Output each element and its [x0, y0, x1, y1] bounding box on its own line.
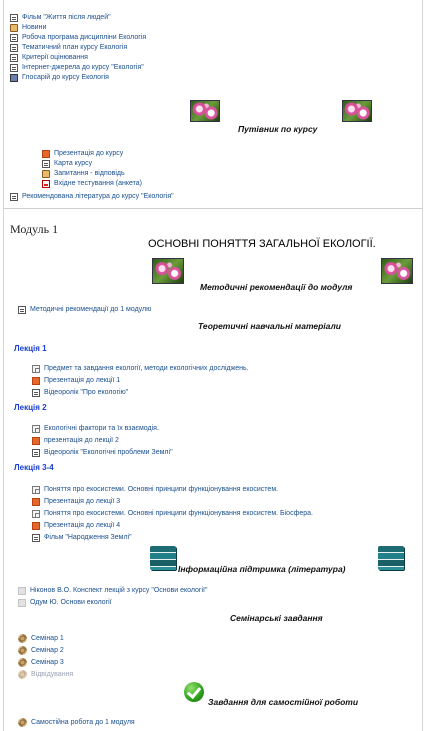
link-recommended-literature[interactable]: Рекомендована література до курсу "Еколо…	[10, 193, 174, 201]
link-lecture-2-video[interactable]: Відеоролік "Екологічні проблеми Землі"	[32, 449, 173, 457]
link-thematic-plan[interactable]: Тематичний план курсу Екологія	[10, 44, 127, 52]
link-seminar-2[interactable]: Семінар 2	[18, 646, 64, 655]
guide-heading: Путівник по курсу	[238, 124, 318, 134]
link-assessment-criteria[interactable]: Критерії оцінювання	[10, 54, 88, 62]
flower-image-right	[381, 258, 413, 284]
books-image-right	[378, 546, 404, 570]
selfwork-heading: Завдання для самостійної роботи	[208, 697, 359, 707]
document-icon	[10, 64, 18, 72]
flower-image-right	[342, 100, 372, 122]
glossary-icon	[10, 74, 18, 82]
link-lecture-2-presentation[interactable]: презентація до лекції 2	[32, 437, 119, 445]
forum-icon	[10, 24, 18, 32]
link-film-earth-birth[interactable]: Фільм "Народження Землі"	[32, 534, 132, 542]
link-lecture-3-ecosystems[interactable]: Поняття про екосистеми. Основні принципи…	[32, 486, 278, 494]
document-icon	[32, 534, 40, 542]
link-lecture-4-presentation[interactable]: Презентація до лекції 4	[32, 522, 120, 530]
link-seminar-1[interactable]: Семінар 1	[18, 634, 64, 643]
presentation-icon	[32, 377, 40, 385]
link-film-life-after-people[interactable]: Фільм "Життя після людей"	[10, 14, 111, 22]
link-method-recommendations[interactable]: Методичні рекомендації до 1 модулю	[18, 306, 151, 314]
seminar-icon	[18, 658, 27, 667]
page-icon	[32, 365, 40, 373]
document-icon	[10, 54, 18, 62]
pdf-icon	[42, 180, 50, 188]
page-icon	[32, 425, 40, 433]
link-nikonov-lectures[interactable]: Ніконов В.О. Конспект лекцій з курсу "Ос…	[18, 587, 207, 595]
link-lecture-1-video[interactable]: Відеоролік "Про екологію"	[32, 389, 128, 397]
link-qa[interactable]: Запитання - відповідь	[42, 170, 125, 178]
file-icon	[18, 599, 26, 607]
presentation-icon	[42, 150, 50, 158]
link-selfwork-module-1[interactable]: Самостійна робота до 1 модуля	[18, 718, 135, 727]
link-lecture-1-presentation[interactable]: Презентація до лекції 1	[32, 377, 120, 385]
section-divider	[4, 208, 422, 209]
checkmark-icon	[184, 682, 204, 702]
document-icon	[10, 193, 18, 201]
theory-heading: Теоретичні навчальні матеріали	[198, 321, 341, 331]
link-work-program[interactable]: Робоча програма дисципліни Екологія	[10, 34, 146, 42]
assignment-icon	[18, 718, 27, 727]
document-icon	[10, 44, 18, 52]
books-image-left	[150, 546, 176, 570]
link-lecture-3-presentation[interactable]: Презентація до лекції 3	[32, 498, 120, 506]
link-glossary[interactable]: Глосарій до курсу Екологія	[10, 74, 109, 82]
presentation-icon	[32, 522, 40, 530]
flower-image-left	[190, 100, 220, 122]
seminar-icon	[18, 646, 27, 655]
seminar-icon	[18, 634, 27, 643]
forum-icon	[42, 170, 50, 178]
link-seminar-3[interactable]: Семінар 3	[18, 658, 64, 667]
presentation-icon	[32, 437, 40, 445]
link-news[interactable]: Новини	[10, 24, 46, 32]
document-icon	[10, 34, 18, 42]
attendance-icon	[18, 670, 27, 679]
file-icon	[18, 587, 26, 595]
document-icon	[32, 389, 40, 397]
document-icon	[18, 306, 26, 314]
link-internet-sources[interactable]: Інтернет-джерела до курсу "Екологія"	[10, 64, 144, 72]
seminar-heading: Семінарські завдання	[230, 613, 323, 623]
info-heading: Інформаційна підтримка (література)	[178, 564, 346, 574]
lecture-1-title: Лекція 1	[14, 344, 47, 353]
document-icon	[42, 160, 50, 168]
document-icon	[10, 14, 18, 22]
document-icon	[32, 449, 40, 457]
link-lecture-4-biosphere[interactable]: Поняття про екосистеми. Основні принципи…	[32, 510, 313, 518]
link-entry-test[interactable]: Вхідне тестування (анкета)	[42, 180, 142, 188]
link-lecture-1-subject[interactable]: Предмет та завдання екології, методи еко…	[32, 365, 249, 373]
method-heading: Методичні рекомендації до модуля	[200, 282, 353, 292]
page-icon	[32, 486, 40, 494]
link-course-presentation[interactable]: Презентація до курсу	[42, 150, 123, 158]
link-attendance[interactable]: Відвідування	[18, 670, 73, 679]
link-odum-ecology[interactable]: Одум Ю. Основи екології	[18, 599, 112, 607]
link-course-map[interactable]: Карта курсу	[42, 160, 92, 168]
lecture-3-4-title: Лекція 3-4	[14, 463, 54, 472]
link-lecture-2-factors[interactable]: Екологічні фактори та їх взаємодія.	[32, 425, 159, 433]
page-icon	[32, 510, 40, 518]
flower-image-left	[152, 258, 184, 284]
presentation-icon	[32, 498, 40, 506]
section-title: ОСНОВНІ ПОНЯТТЯ ЗАГАЛЬНОЇ ЕКОЛОГІЇ.	[148, 238, 376, 250]
lecture-2-title: Лекція 2	[14, 403, 47, 412]
module-title: Модуль 1	[10, 222, 59, 236]
